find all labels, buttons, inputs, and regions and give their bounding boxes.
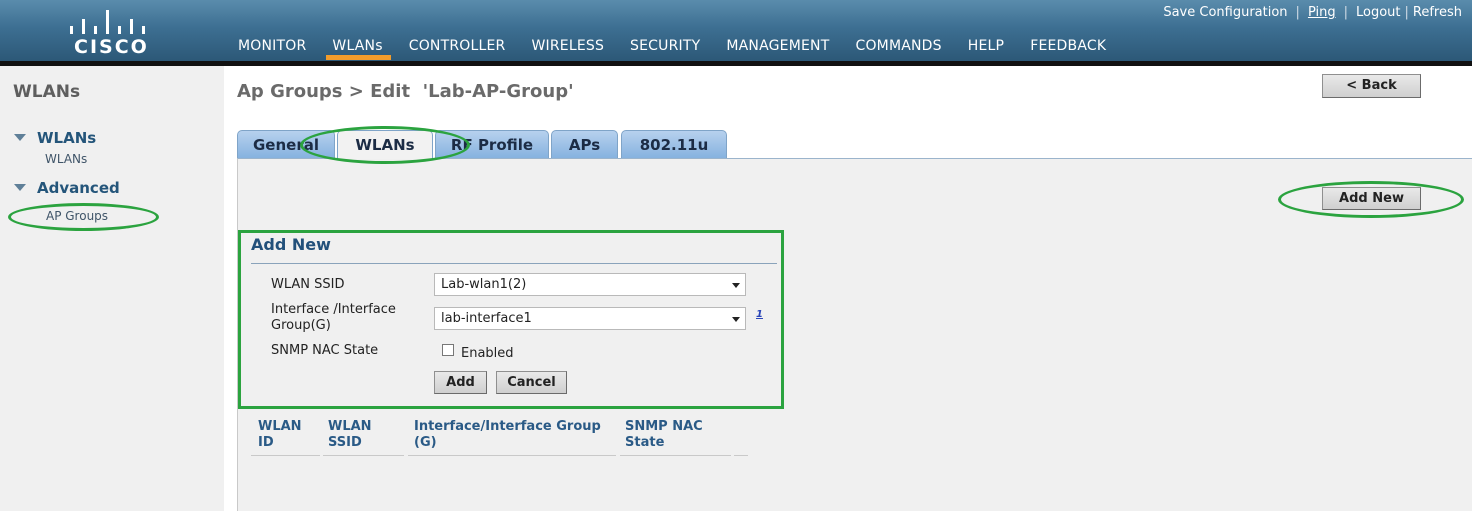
cisco-bars-icon: [70, 8, 154, 34]
ping-link[interactable]: Ping: [1308, 5, 1336, 20]
expand-triangle-icon: [14, 184, 26, 191]
sidebar: WLANs WLANs WLANs Advanced AP Groups: [0, 66, 224, 511]
sidebar-item-wlans[interactable]: WLANs: [45, 152, 87, 166]
annotation-ellipse-add-new: [1278, 181, 1464, 218]
nav-monitor[interactable]: MONITOR: [236, 38, 308, 54]
top-links: Save Configuration | Ping | Logout | Refresh: [1163, 5, 1462, 20]
sidebar-section-advanced[interactable]: Advanced: [14, 179, 120, 197]
nav-feedback[interactable]: FEEDBACK: [1028, 38, 1108, 54]
column-divider: [408, 455, 616, 456]
column-header-snmp-nac-state: SNMP NAC State: [625, 419, 703, 450]
column-header-wlan-id: WLAN ID: [258, 419, 302, 450]
column-header-interface: Interface/Interface Group (G): [414, 419, 601, 450]
nav-management[interactable]: MANAGEMENT: [724, 38, 831, 54]
refresh-link[interactable]: Refresh: [1413, 5, 1462, 20]
sidebar-section-wlans[interactable]: WLANs: [14, 129, 96, 147]
column-header-wlan-ssid: WLAN SSID: [328, 419, 372, 450]
logout-link[interactable]: Logout: [1356, 5, 1401, 20]
cisco-logo: CISCO: [70, 8, 154, 58]
column-divider: [620, 455, 731, 456]
tab-aps[interactable]: APs: [551, 130, 618, 158]
column-divider: [251, 455, 320, 456]
column-divider: [323, 455, 404, 456]
tab-80211u[interactable]: 802.11u: [621, 130, 727, 158]
annotation-box-add-new-form: [238, 230, 784, 409]
annotation-ellipse-ap-groups: [8, 203, 159, 231]
save-configuration-link[interactable]: Save Configuration: [1163, 5, 1287, 20]
nav-help[interactable]: HELP: [966, 38, 1006, 54]
cisco-wordmark: CISCO: [74, 36, 149, 58]
sidebar-title: WLANs: [13, 82, 81, 102]
annotation-ellipse-wlans-tab: [300, 126, 470, 164]
nav-wireless[interactable]: WIRELESS: [529, 38, 606, 54]
nav-commands[interactable]: COMMANDS: [853, 38, 943, 54]
main-nav: MONITOR WLANs CONTROLLER WIRELESS SECURITY MA…: [236, 38, 1130, 62]
nav-security[interactable]: SECURITY: [628, 38, 702, 54]
top-header: CISCO Save Configuration | Ping | Logout | Ref…: [0, 0, 1472, 61]
nav-controller[interactable]: CONTROLLER: [407, 38, 508, 54]
back-button[interactable]: < Back: [1322, 74, 1421, 98]
page-title: Ap Groups > Edit 'Lab-AP-Group': [237, 81, 574, 102]
column-divider: [734, 455, 748, 456]
expand-triangle-icon: [14, 134, 26, 141]
nav-wlans[interactable]: WLANs: [326, 38, 392, 60]
